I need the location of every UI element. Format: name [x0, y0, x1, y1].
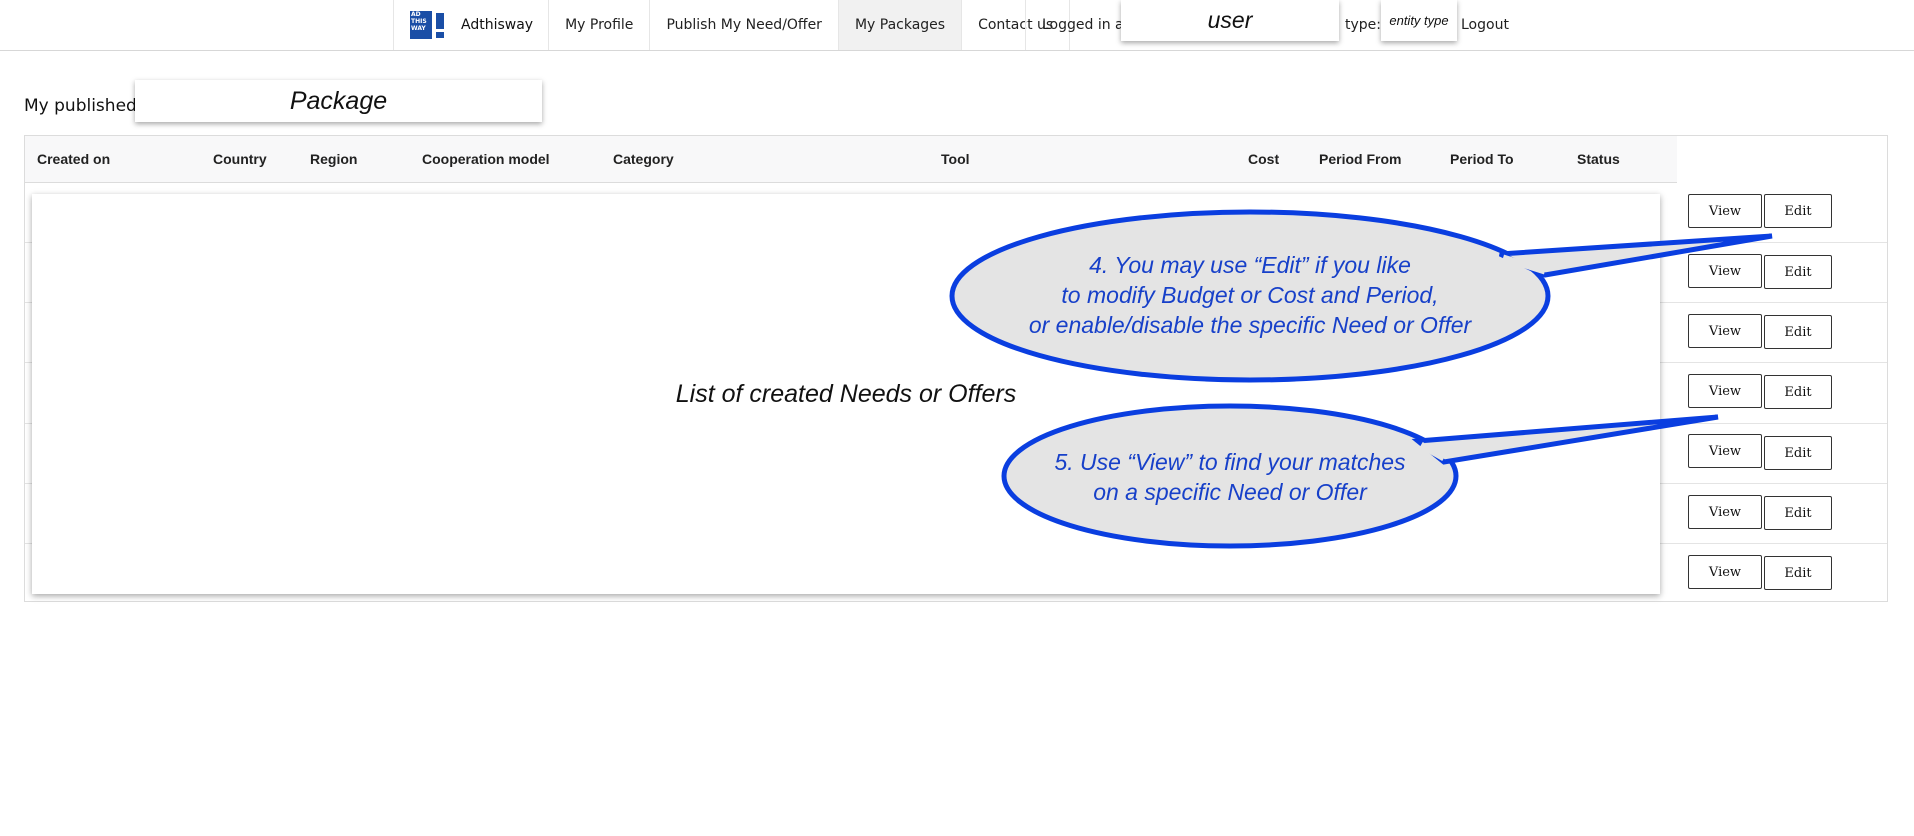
entity-type-overlay: entity type — [1381, 0, 1457, 41]
brand-logo: AD THIS WAY — [410, 11, 446, 39]
col-country: Country — [213, 151, 267, 167]
view-callout-line: 5. Use “View” to find your matches — [1054, 449, 1406, 475]
edit-button[interactable]: Edit — [1764, 194, 1832, 228]
col-cost: Cost — [1248, 151, 1280, 167]
edit-button[interactable]: Edit — [1764, 496, 1832, 530]
col-category: Category — [613, 151, 674, 167]
edit-callout-line: 4. You may use “Edit” if you like — [1089, 252, 1411, 278]
edit-callout-line: to modify Budget or Cost and Period, — [1061, 282, 1439, 308]
view-callout-line: on a specific Need or Offer — [1093, 479, 1367, 505]
col-status: Status — [1577, 151, 1620, 167]
logged-in-label: Logged in as: — [1025, 0, 1136, 50]
view-button[interactable]: View — [1688, 434, 1762, 468]
brand-name: Adthisway — [461, 17, 534, 33]
view-button[interactable]: View — [1688, 254, 1762, 288]
edit-button[interactable]: Edit — [1764, 436, 1832, 470]
page-title: My published — [24, 96, 137, 116]
col-created-on: Created on — [37, 151, 111, 167]
edit-button[interactable]: Edit — [1764, 315, 1832, 349]
user-name-overlay: user — [1121, 0, 1339, 41]
edit-callout-line: or enable/disable the specific Need or O… — [1028, 312, 1472, 338]
nav-my-packages[interactable]: My Packages — [838, 0, 963, 50]
nav-menu: AD THIS WAY Adthisway My Profile Publish… — [393, 0, 1071, 50]
edit-button[interactable]: Edit — [1764, 556, 1832, 590]
brand-link[interactable]: AD THIS WAY Adthisway — [394, 0, 550, 50]
view-callout-text: 5. Use “View” to find your matches on a … — [1010, 447, 1450, 507]
navbar: AD THIS WAY Adthisway My Profile Publish… — [0, 0, 1914, 51]
view-button[interactable]: View — [1688, 555, 1762, 589]
logo-exclamation-bar — [436, 13, 444, 29]
nav-publish[interactable]: Publish My Need/Offer — [650, 0, 839, 50]
edit-button[interactable]: Edit — [1764, 255, 1832, 289]
view-button[interactable]: View — [1688, 495, 1762, 529]
nav-my-profile[interactable]: My Profile — [549, 0, 651, 50]
view-button[interactable]: View — [1688, 314, 1762, 348]
table-header: Created on Country Region Cooperation mo… — [25, 136, 1677, 183]
logo-mark: AD THIS WAY — [410, 11, 432, 39]
view-button[interactable]: View — [1688, 194, 1762, 228]
logout-link[interactable]: Logout — [1461, 0, 1509, 50]
col-tool: Tool — [941, 151, 970, 167]
edit-callout-text: 4. You may use “Edit” if you like to mod… — [950, 250, 1550, 340]
col-period-from: Period From — [1319, 151, 1402, 167]
col-region: Region — [310, 151, 358, 167]
type-label: type: — [1345, 17, 1381, 33]
col-period-to: Period To — [1450, 151, 1514, 167]
edit-button[interactable]: Edit — [1764, 375, 1832, 409]
page-title-overlay: Package — [135, 80, 542, 122]
view-button[interactable]: View — [1688, 374, 1762, 408]
col-cooperation-model: Cooperation model — [422, 151, 550, 167]
logo-exclamation-dot — [436, 32, 444, 38]
